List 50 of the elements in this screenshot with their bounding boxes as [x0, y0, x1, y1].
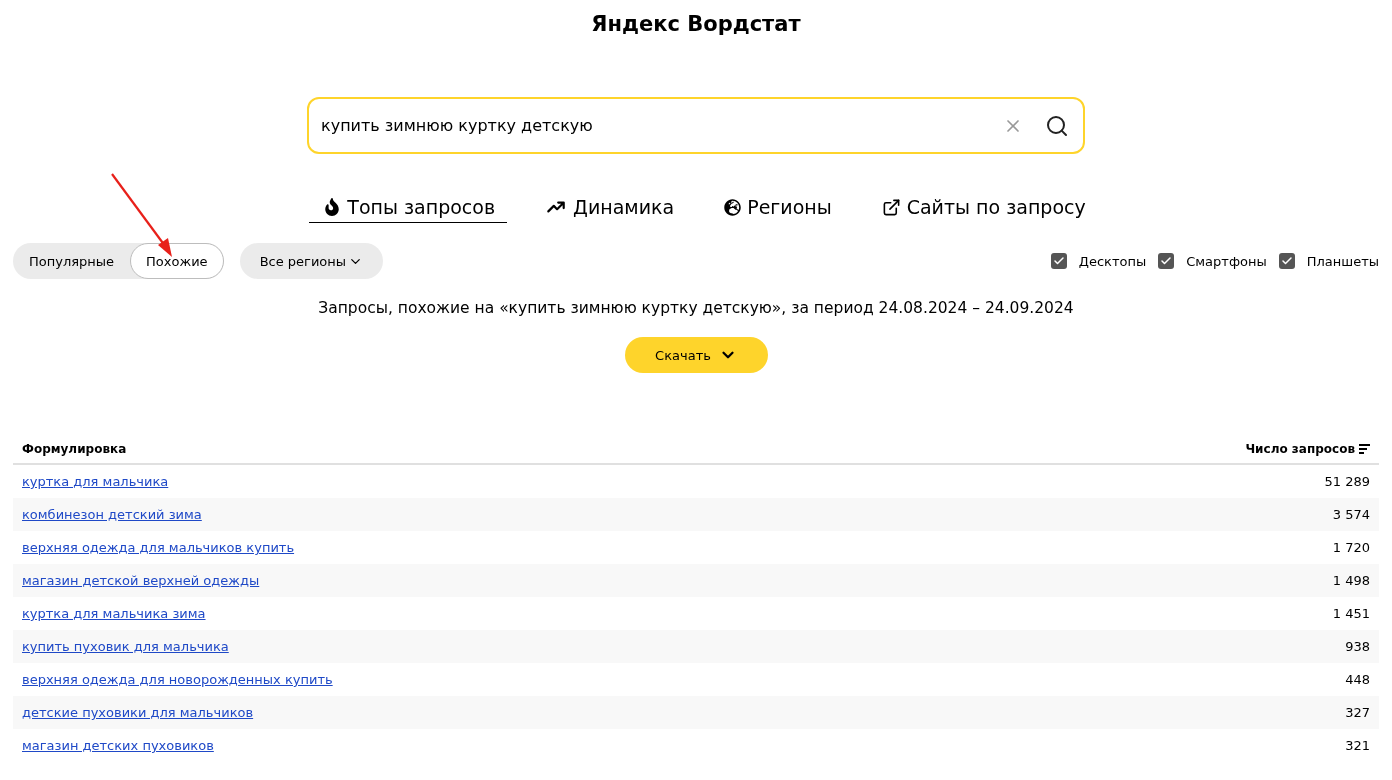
sort-icon[interactable] — [1359, 444, 1370, 454]
count-cell: 51 289 — [1324, 474, 1370, 489]
column-header: Формулировка — [22, 442, 127, 456]
check-icon — [1160, 255, 1173, 267]
phrase-link[interactable]: комбинезон детский зима — [22, 507, 202, 522]
search-icon[interactable] — [1045, 113, 1069, 138]
tab[interactable]: Сайты по запросу — [867, 196, 1098, 223]
count-cell: 321 — [1345, 738, 1370, 753]
summary-text: Запросы, похожие на «купить зимнюю куртку детскую», за период 24.08.2024 – 24.09.2024 — [318, 299, 1074, 317]
phrase-link[interactable]: куртка для мальчика зима — [22, 606, 206, 621]
count-cell: 327 — [1345, 705, 1370, 720]
phrase-link[interactable]: магазин детских пуховиков — [22, 738, 214, 753]
phrase-link[interactable]: магазин детской верхней одежды — [22, 573, 260, 588]
region-label: Все регионы — [259, 253, 347, 269]
tab[interactable]: Регионы — [710, 196, 844, 223]
mode-option[interactable]: Похожие — [130, 243, 224, 279]
checkbox-label: Смартфоны — [1186, 253, 1267, 269]
checkbox-label: Планшеты — [1306, 253, 1379, 269]
phrase-link[interactable]: куртка для мальчика — [22, 474, 169, 489]
column-header[interactable]: Число запросов — [1245, 442, 1355, 456]
count-cell: 448 — [1345, 672, 1370, 687]
checkbox[interactable] — [1158, 253, 1175, 269]
tab-label: Топы запросов — [347, 196, 496, 218]
count-cell: 1 498 — [1332, 573, 1370, 588]
external-link-icon — [881, 197, 901, 217]
phrase-link[interactable]: купить пуховик для мальчика — [22, 639, 229, 654]
tab-label: Регионы — [747, 196, 832, 218]
checkbox[interactable] — [1050, 253, 1067, 269]
tab-label: Сайты по запросу — [906, 196, 1086, 218]
globe-icon — [724, 198, 742, 216]
fire-icon — [323, 198, 342, 216]
download-button[interactable]: Скачать — [624, 337, 768, 373]
mode-option[interactable]: Популярные — [13, 243, 131, 279]
tab[interactable]: Топы запросов — [309, 196, 508, 223]
count-cell: 938 — [1345, 639, 1370, 654]
check-icon — [1052, 255, 1065, 267]
page-title: Яндекс Вордстат — [591, 12, 801, 36]
phrase-link[interactable]: детские пуховики для мальчиков — [22, 705, 254, 720]
region-select[interactable]: Все регионы — [239, 243, 384, 279]
phrase-link[interactable]: верхняя одежда для мальчиков купить — [22, 540, 295, 555]
tab[interactable]: Динамика — [531, 196, 687, 223]
count-cell: 3 574 — [1332, 507, 1370, 522]
count-cell: 1 720 — [1332, 540, 1370, 555]
checkbox-label: Десктопы — [1078, 253, 1147, 269]
checkbox[interactable] — [1278, 253, 1295, 269]
search-field[interactable]: купить зимнюю куртку детскую — [307, 97, 1085, 154]
count-cell: 1 451 — [1332, 606, 1370, 621]
phrase-link[interactable]: верхняя одежда для новорожденных купить — [22, 672, 333, 687]
tab-label: Динамика — [573, 196, 675, 218]
check-icon — [1280, 255, 1293, 267]
